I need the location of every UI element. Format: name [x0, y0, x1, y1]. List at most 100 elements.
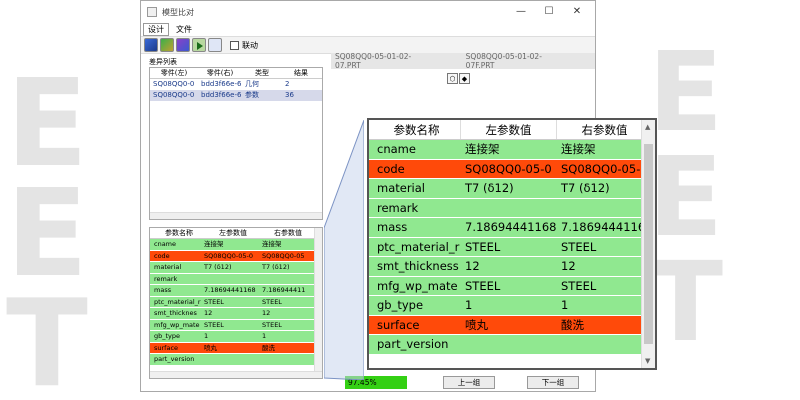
table-row[interactable]: mass 7.18694441168 7.18694441167 — [369, 218, 655, 238]
link-checkbox-label: 联动 — [242, 40, 258, 50]
link-checkbox[interactable]: 联动 — [230, 40, 258, 51]
right-value-cell: 12 — [262, 309, 271, 317]
param-name-cell: smt_thicknes — [154, 309, 197, 317]
table-row[interactable]: cname 连接架 连接架 — [369, 140, 655, 160]
left-value-cell: 连接架 — [465, 142, 500, 156]
col-part-left[interactable]: 零件(左) — [150, 68, 198, 78]
table-row[interactable]: remark — [369, 198, 655, 218]
right-value-cell: 12 — [561, 259, 576, 273]
scroll-down-icon[interactable]: ▼ — [645, 357, 650, 365]
scroll-up-icon[interactable]: ▲ — [645, 123, 650, 131]
zoom-col-right-value[interactable]: 右参数值 — [557, 120, 653, 139]
param-name-cell: part_version — [377, 337, 449, 351]
param-name-cell: mass — [377, 220, 408, 234]
col-right-value[interactable]: 右参数值 — [262, 228, 314, 238]
param-grid-hscroll[interactable] — [150, 371, 322, 378]
left-value-cell: 7.18694441168 — [204, 286, 256, 294]
left-value-cell: 喷丸 — [465, 317, 488, 332]
table-row[interactable]: smt_thickness 12 12 — [369, 257, 655, 277]
cell: SQ08QQ0-0 — [153, 80, 195, 88]
checkbox-box[interactable] — [230, 40, 239, 50]
prev-group-button[interactable]: 上一组 — [443, 376, 495, 389]
table-row[interactable]: material T7 (δ12) T7 (δ12) — [150, 262, 322, 274]
import-icon[interactable] — [160, 38, 174, 52]
cell: bdd3f66e-6 — [201, 91, 242, 99]
compare-icon[interactable] — [144, 38, 158, 52]
left-value-cell — [461, 335, 557, 354]
table-row[interactable]: code SQ08QQ0-05-0 SQ08QQ0-05 — [150, 250, 322, 262]
left-value-cell: 1 — [465, 298, 473, 312]
table-row[interactable]: gb_type 1 1 — [369, 296, 655, 316]
diff-list-scrollbar[interactable] — [150, 212, 322, 219]
zoom-col-left-value[interactable]: 左参数值 — [461, 120, 557, 139]
cell: 2 — [285, 80, 290, 88]
report-icon[interactable] — [208, 38, 222, 52]
table-row[interactable]: SQ08QQ0-0 bdd3f66e-6 参数 36 — [150, 90, 322, 101]
menu-design[interactable]: 设计 — [143, 23, 169, 36]
table-row[interactable]: code SQ08QQ0-05-0 SQ08QQ0-05- — [369, 159, 655, 179]
left-value-cell: STEEL — [204, 320, 224, 329]
table-row[interactable]: ptc_material_r STEEL STEEL — [150, 296, 322, 308]
right-value-cell: STEEL — [561, 239, 597, 254]
right-value-cell: STEEL — [561, 278, 597, 293]
right-value-cell: 1 — [561, 298, 569, 312]
table-row[interactable]: smt_thicknes 12 12 — [150, 308, 322, 320]
table-row[interactable]: mfg_wp_mate STEEL STEEL — [150, 319, 322, 331]
table-row[interactable]: gb_type 1 1 — [150, 331, 322, 343]
col-type[interactable]: 类型 — [242, 68, 282, 78]
watermark-right: EET — [648, 28, 726, 366]
left-value-cell: T7 (δ12) — [204, 263, 232, 271]
param-name-cell: cname — [377, 142, 416, 156]
maximize-button[interactable]: ☐ — [535, 3, 563, 21]
table-row[interactable]: SQ08QQ0-0 bdd3f66e-6 几何 2 — [150, 79, 322, 90]
left-value-cell — [204, 274, 262, 285]
wireframe-cube-icon[interactable]: ⬡ — [447, 73, 458, 84]
table-row[interactable]: surface 喷丸 酸洗 — [369, 315, 655, 335]
right-file-name: SQ08QQ0-05-01-02-07F.PRT — [465, 52, 542, 70]
param-grid-vscroll[interactable] — [314, 228, 322, 378]
param-name-cell: mfg_wp_mate — [154, 320, 200, 329]
play-icon[interactable] — [192, 38, 206, 52]
table-row[interactable]: surface 喷丸 酸洗 — [150, 342, 322, 354]
scroll-thumb[interactable] — [644, 144, 653, 344]
zoom-vscroll[interactable]: ▲ ▼ — [641, 120, 655, 368]
col-part-right[interactable]: 零件(右) — [198, 68, 242, 78]
table-row[interactable]: remark — [150, 273, 322, 285]
title-bar: 模型比对 — ☐ ✕ — [141, 1, 595, 23]
left-value-cell — [461, 199, 557, 218]
right-value-cell: 酸洗 — [561, 317, 584, 332]
col-left-value[interactable]: 左参数值 — [204, 228, 262, 238]
param-name-cell: material — [377, 181, 425, 195]
menu-file[interactable]: 文件 — [171, 23, 197, 36]
right-value-cell: 7.186944411 — [262, 286, 306, 294]
param-name-cell: material — [154, 263, 182, 271]
minimize-button[interactable]: — — [507, 3, 535, 21]
param-name-cell: cname — [154, 240, 177, 248]
col-result[interactable]: 结果 — [282, 68, 320, 78]
model-icon[interactable] — [176, 38, 190, 52]
close-button[interactable]: ✕ — [563, 3, 591, 21]
param-name-cell: gb_type — [154, 332, 181, 340]
col-param-name[interactable]: 参数名称 — [150, 228, 204, 238]
left-file-name: SQ08QQ0-05-01-02-07.PRT — [335, 52, 412, 70]
shaded-cube-icon[interactable]: ◆ — [459, 73, 470, 84]
table-row[interactable]: cname 连接架 连接架 — [150, 239, 322, 251]
zoom-col-param-name[interactable]: 参数名称 — [369, 120, 461, 139]
table-row[interactable]: mass 7.18694441168 7.186944411 — [150, 285, 322, 297]
file-bar: SQ08QQ0-05-01-02-07.PRT SQ08QQ0-05-01-02… — [331, 52, 595, 70]
left-value-cell: T7 (δ12) — [465, 181, 514, 195]
right-value-cell: SQ08QQ0-05 — [262, 251, 305, 260]
diff-list-header: 零件(左) 零件(右) 类型 结果 — [150, 68, 322, 79]
view-icons: ⬡ ◆ — [447, 73, 471, 84]
next-group-button[interactable]: 下一组 — [527, 376, 579, 389]
table-row[interactable]: mfg_wp_mate STEEL STEEL — [369, 276, 655, 296]
table-row[interactable]: part_version — [150, 354, 322, 366]
table-row[interactable]: part_version — [369, 335, 655, 355]
table-row[interactable]: ptc_material_r STEEL STEEL — [369, 237, 655, 257]
cell: bdd3f66e-6 — [201, 80, 242, 88]
param-name-cell: mfg_wp_mate — [377, 278, 458, 293]
diff-list: 零件(左) 零件(右) 类型 结果 SQ08QQ0-0 bdd3f66e-6 几… — [149, 67, 323, 220]
table-row[interactable]: material T7 (δ12) T7 (δ12) — [369, 179, 655, 199]
param-name-cell: gb_type — [377, 298, 424, 312]
left-value-cell: STEEL — [465, 278, 501, 293]
